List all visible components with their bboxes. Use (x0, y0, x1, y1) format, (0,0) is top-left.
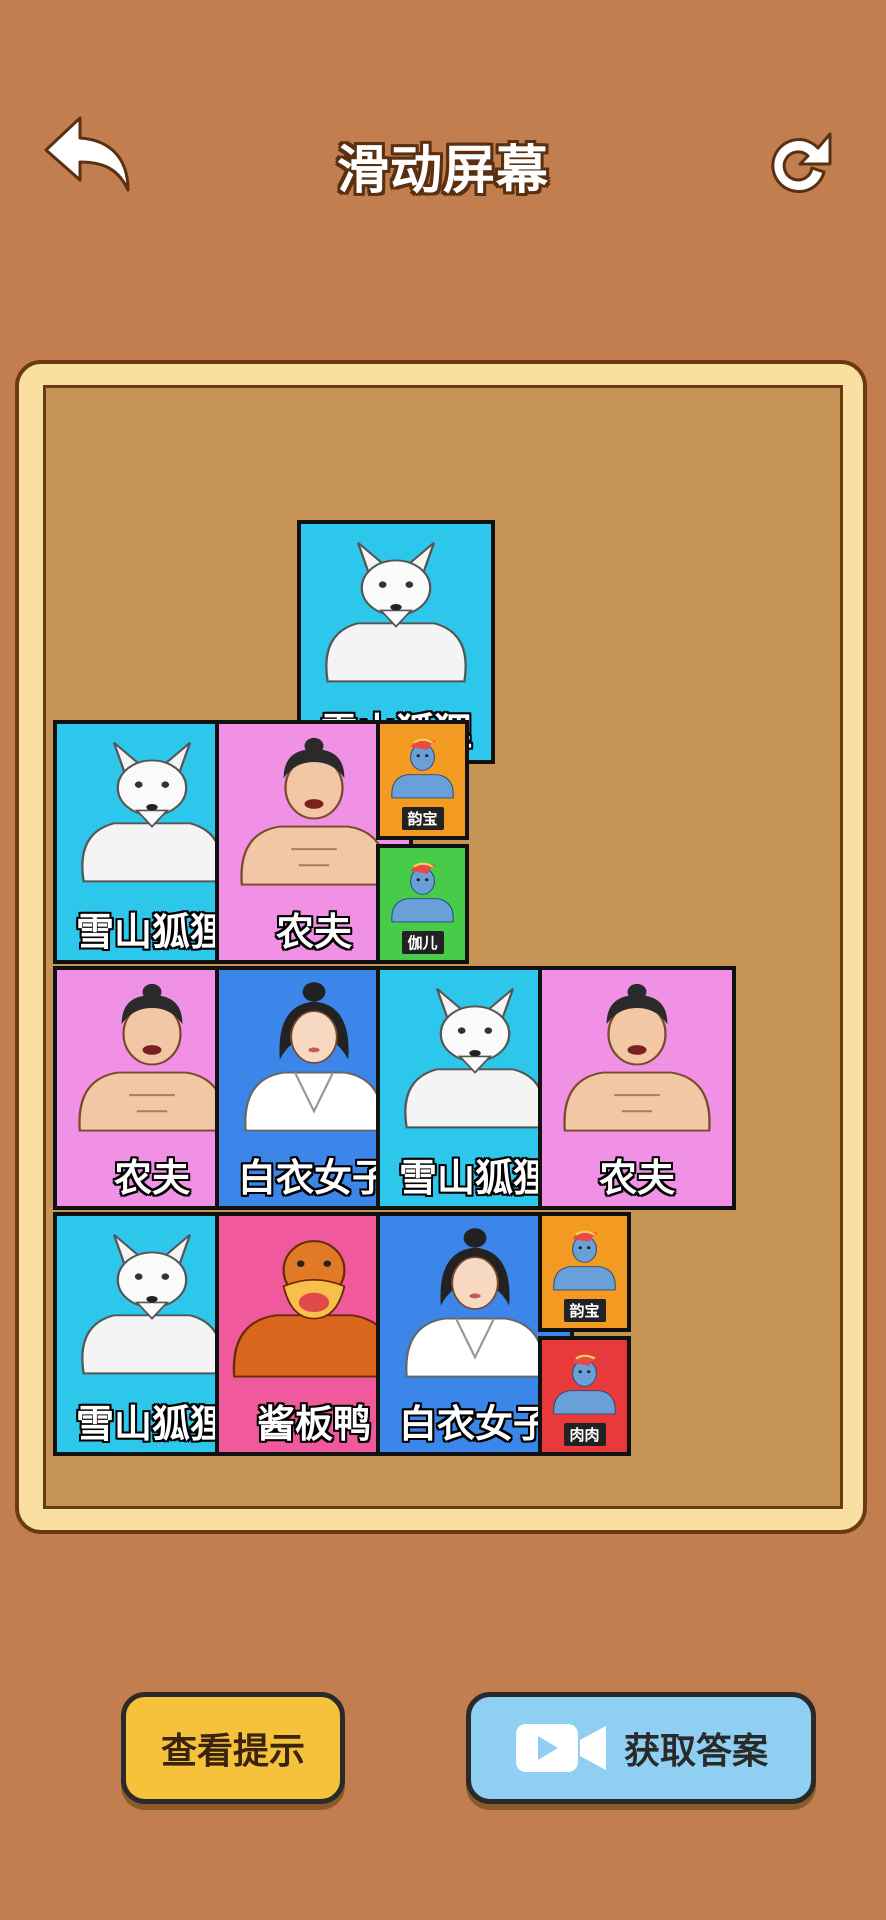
refresh-button[interactable] (756, 118, 846, 208)
video-camera-icon (515, 1724, 606, 1772)
tile-pony[interactable]: 伽儿 (376, 844, 469, 964)
puzzle-board: 雪山狐狸 雪山狐狸 农夫 韵宝 伽儿 (43, 385, 843, 1509)
view-hint-button[interactable]: 查看提示 (121, 1692, 345, 1804)
tile-label: 韵宝 (401, 807, 444, 830)
tile-label: 农夫 (598, 1156, 675, 1200)
tile-pony[interactable]: 肉肉 (538, 1336, 631, 1456)
page-title: 滑动屏幕 (336, 141, 549, 201)
top-bar: 滑动屏幕 (0, 0, 886, 330)
tile-pony[interactable]: 韵宝 (538, 1212, 631, 1332)
tile-label: 韵宝 (563, 1299, 606, 1322)
tile-label: 伽儿 (401, 931, 444, 954)
get-answer-label: 获取答案 (623, 1731, 768, 1772)
get-answer-button[interactable]: 获取答案 (466, 1692, 816, 1804)
tile-pony[interactable]: 韵宝 (376, 720, 469, 840)
view-hint-label: 查看提示 (160, 1731, 305, 1772)
tile-label: 肉肉 (563, 1423, 606, 1446)
refresh-icon (771, 132, 832, 194)
tile-farmer[interactable]: 农夫 (538, 966, 736, 1210)
